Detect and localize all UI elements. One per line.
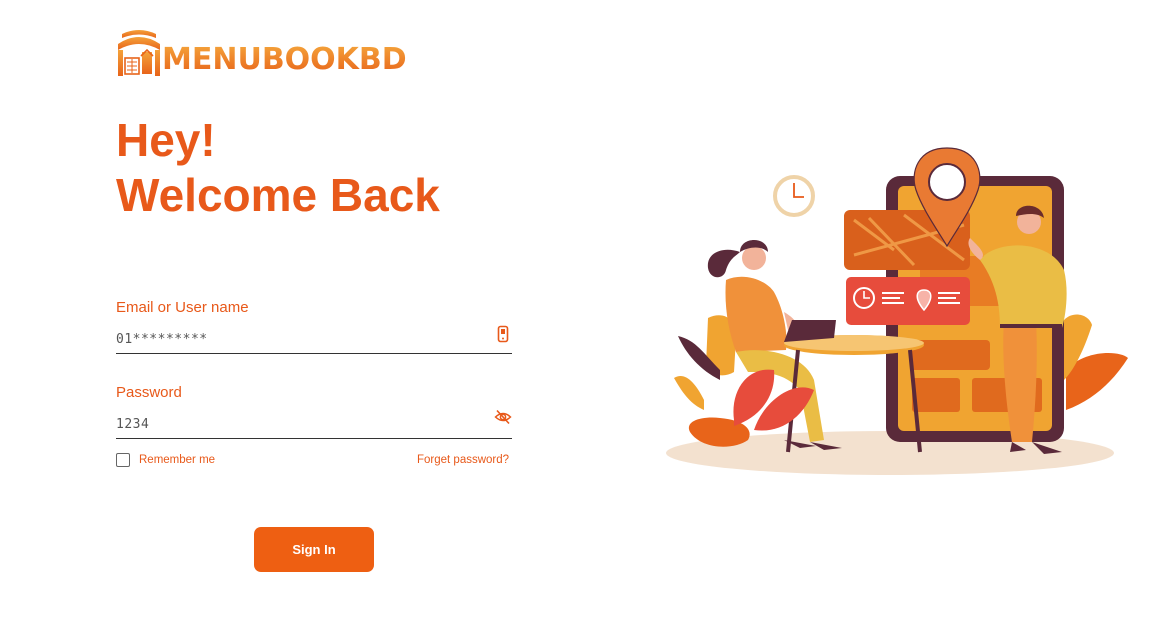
brand-logo: MENUBOOKBD	[116, 26, 407, 76]
heading-line-2: Welcome Back	[116, 169, 440, 221]
phone-icon	[497, 325, 509, 343]
remember-label: Remember me	[139, 454, 216, 466]
email-input[interactable]	[116, 327, 486, 351]
location-illustration	[666, 147, 1128, 475]
clock-icon	[773, 175, 815, 217]
forgot-password-link[interactable]: Forget password?	[417, 454, 509, 466]
remember-checkbox[interactable]	[116, 453, 130, 467]
password-field-wrapper	[116, 409, 512, 439]
password-input[interactable]	[116, 412, 486, 436]
email-label: Email or User name	[116, 299, 249, 316]
password-label: Password	[116, 384, 182, 401]
heading-line-1: Hey!	[116, 114, 216, 166]
email-field-wrapper	[116, 325, 512, 354]
info-card	[846, 277, 970, 325]
brand-name: MENUBOOKBD	[162, 42, 407, 77]
plant-right	[1064, 314, 1128, 410]
welcome-heading: Hey! Welcome Back	[116, 113, 440, 223]
remember-me: Remember me	[116, 453, 215, 467]
storefront-icon	[118, 30, 160, 76]
sign-in-button[interactable]: Sign In	[254, 527, 374, 572]
eye-off-icon[interactable]	[494, 408, 512, 426]
